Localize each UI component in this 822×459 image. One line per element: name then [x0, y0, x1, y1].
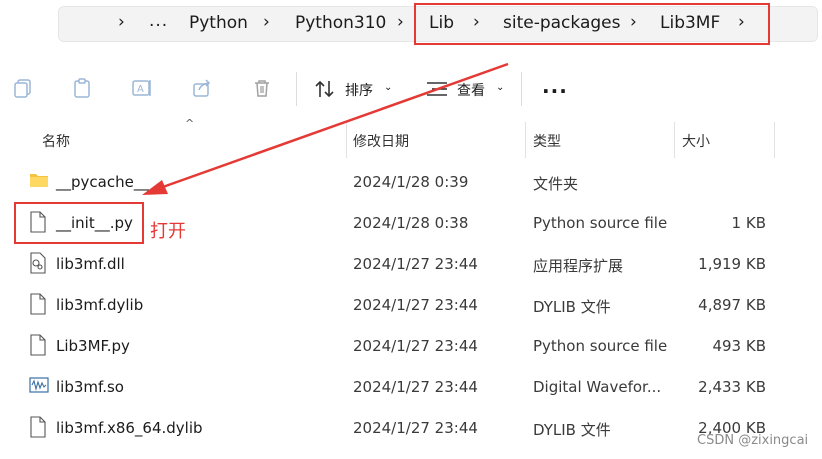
watermark: CSDN @zixingcai: [697, 433, 809, 448]
annotation-arrow-icon: [142, 62, 509, 195]
